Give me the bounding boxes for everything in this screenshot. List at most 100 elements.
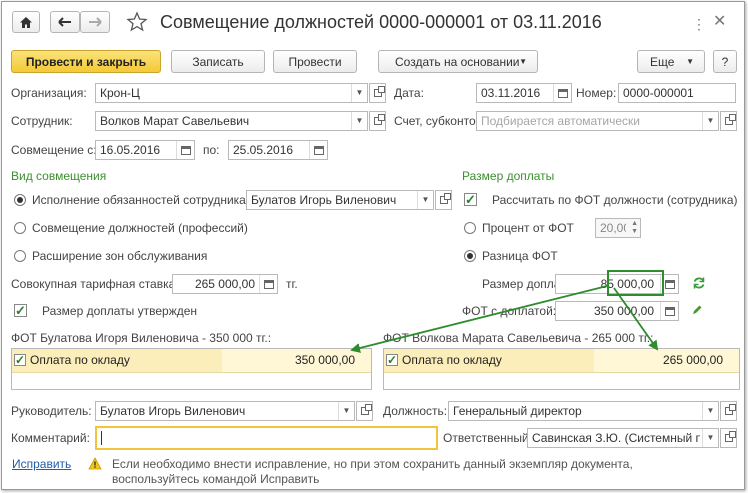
total-rate-unit: тг.	[286, 277, 298, 291]
fix-link[interactable]: Исправить	[12, 454, 71, 474]
account-placeholder: Подбирается автоматически	[481, 114, 640, 128]
calendar-icon[interactable]	[309, 141, 327, 159]
diff-label[interactable]: Разница ФОТ	[482, 246, 558, 266]
percent-radio[interactable]	[464, 222, 476, 234]
org-field[interactable]: Крон-Ц ▼	[95, 83, 368, 103]
fot-with-field[interactable]: 350 000,00	[555, 301, 679, 321]
spinner-icon[interactable]: ▲ ▼	[631, 220, 638, 236]
dropdown-icon[interactable]: ▼	[351, 84, 367, 102]
window-menu-icon[interactable]: ⋮	[692, 16, 706, 33]
manager-open-button[interactable]	[356, 401, 373, 421]
save-button[interactable]: Записать	[171, 50, 265, 73]
employee-field[interactable]: Волков Марат Савельевич ▼	[95, 111, 368, 131]
manager-value: Булатов Игорь Виленович	[100, 404, 246, 418]
substitute-field[interactable]: Булатов Игорь Виленович ▼	[246, 190, 434, 210]
home-button[interactable]	[12, 11, 40, 33]
kind-section-title: Вид совмещения	[11, 169, 107, 183]
approved-label[interactable]: Размер доплаты утвержден	[42, 301, 197, 321]
number-label: Номер:	[576, 86, 617, 100]
open-icon	[360, 404, 372, 415]
org-label: Организация:	[11, 86, 87, 100]
account-field[interactable]: Подбирается автоматически ▼	[476, 111, 719, 131]
home-icon	[20, 16, 32, 28]
close-icon[interactable]: ✕	[713, 11, 726, 31]
calc-fot-checkbox[interactable]: ✓	[464, 193, 477, 206]
diff-radio[interactable]	[464, 250, 476, 262]
number-field[interactable]: 0000-000001	[618, 83, 736, 103]
date-value: 03.11.2016	[481, 86, 541, 100]
org-open-button[interactable]	[369, 83, 386, 103]
refresh-icon[interactable]	[692, 276, 706, 293]
total-rate-value: 265 000,00	[194, 277, 255, 291]
amount-highlight-box	[607, 270, 664, 296]
post-and-close-button[interactable]: Провести и закрыть	[11, 50, 161, 73]
dropdown-icon[interactable]: ▼	[702, 402, 718, 420]
employee-open-button[interactable]	[369, 111, 386, 131]
kind-option-2[interactable]: Совмещение должностей (профессий)	[32, 218, 248, 238]
row-label: Оплата по окладу	[402, 353, 502, 367]
edit-pencil-icon[interactable]	[691, 304, 703, 319]
total-rate-field[interactable]: 265 000,00	[172, 274, 278, 294]
responsible-label: Ответственный:	[443, 431, 533, 445]
manager-label: Руководитель:	[11, 404, 92, 418]
kind-radio-3[interactable]	[14, 250, 26, 262]
kind-option-3[interactable]: Расширение зон обслуживания	[32, 246, 207, 266]
calc-fot-label[interactable]: Рассчитать по ФОТ должности (сотрудника)	[492, 190, 738, 210]
date-field[interactable]: 03.11.2016	[476, 83, 572, 103]
calendar-icon[interactable]	[176, 141, 194, 159]
kind-radio-2[interactable]	[14, 222, 26, 234]
period-from-field[interactable]: 16.05.2016	[95, 140, 195, 160]
open-icon	[439, 193, 451, 204]
forward-button[interactable]	[80, 11, 110, 33]
warning-icon	[88, 457, 102, 473]
dropdown-icon[interactable]: ▼	[702, 429, 718, 447]
row-label: Оплата по окладу	[30, 353, 130, 367]
back-button[interactable]	[50, 11, 80, 33]
open-icon	[373, 86, 385, 97]
position-open-button[interactable]	[720, 401, 737, 421]
responsible-field[interactable]: Савинская З.Ю. (Системный прог ▼	[527, 428, 719, 448]
more-label: Еще	[650, 54, 675, 69]
kind-radio-1[interactable]	[14, 194, 26, 206]
account-label: Счет, субконто:	[394, 114, 479, 128]
responsible-open-button[interactable]	[720, 428, 737, 448]
date-label: Дата:	[394, 86, 424, 100]
help-button[interactable]: ?	[713, 50, 737, 73]
substitute-open-button[interactable]	[435, 190, 452, 210]
calculator-icon[interactable]	[259, 275, 277, 293]
post-button[interactable]: Провести	[273, 50, 357, 73]
approved-checkbox[interactable]: ✓	[14, 304, 27, 317]
manager-field[interactable]: Булатов Игорь Виленович ▼	[95, 401, 355, 421]
dropdown-icon[interactable]: ▼	[338, 402, 354, 420]
comment-input[interactable]	[95, 426, 438, 450]
kind-option-1[interactable]: Исполнение обязанностей сотрудника	[32, 190, 246, 210]
table-row[interactable]: ✓ Оплата по окладу 350 000,00	[12, 349, 371, 373]
calendar-icon[interactable]	[553, 84, 571, 102]
number-value: 0000-000001	[623, 86, 694, 100]
percent-label[interactable]: Процент от ФОТ	[482, 218, 574, 238]
create-based-button[interactable]: Создать на основании ▼	[378, 50, 538, 73]
row-value: 350 000,00	[294, 353, 355, 367]
more-button[interactable]: Еще ▼	[637, 50, 705, 73]
row-value: 265 000,00	[662, 353, 723, 367]
calculator-icon[interactable]	[660, 302, 678, 320]
row-checkbox[interactable]: ✓	[386, 354, 398, 366]
favorite-star-icon[interactable]	[126, 11, 148, 33]
comment-label: Комментарий:	[11, 431, 90, 445]
chevron-down-icon: ▼	[686, 57, 694, 66]
percent-field[interactable]: 20,00 ▲▼	[595, 218, 641, 238]
dropdown-icon[interactable]: ▼	[702, 112, 718, 130]
position-label: Должность:	[383, 404, 448, 418]
fot-left-table[interactable]: ✓ Оплата по окладу 350 000,00	[11, 348, 372, 390]
fot-right-table[interactable]: ✓ Оплата по окладу 265 000,00	[383, 348, 740, 390]
position-field[interactable]: Генеральный директор ▼	[448, 401, 719, 421]
period-to-field[interactable]: 25.05.2016	[228, 140, 328, 160]
dropdown-icon[interactable]: ▼	[351, 112, 367, 130]
period-from-label: Совмещение с:	[11, 143, 97, 157]
row-checkbox[interactable]: ✓	[14, 354, 26, 366]
table-row[interactable]: ✓ Оплата по окладу 265 000,00	[384, 349, 739, 373]
open-icon	[373, 114, 385, 125]
account-open-button[interactable]	[720, 111, 737, 131]
dropdown-icon[interactable]: ▼	[417, 191, 433, 209]
arrow-left-icon	[58, 17, 71, 27]
